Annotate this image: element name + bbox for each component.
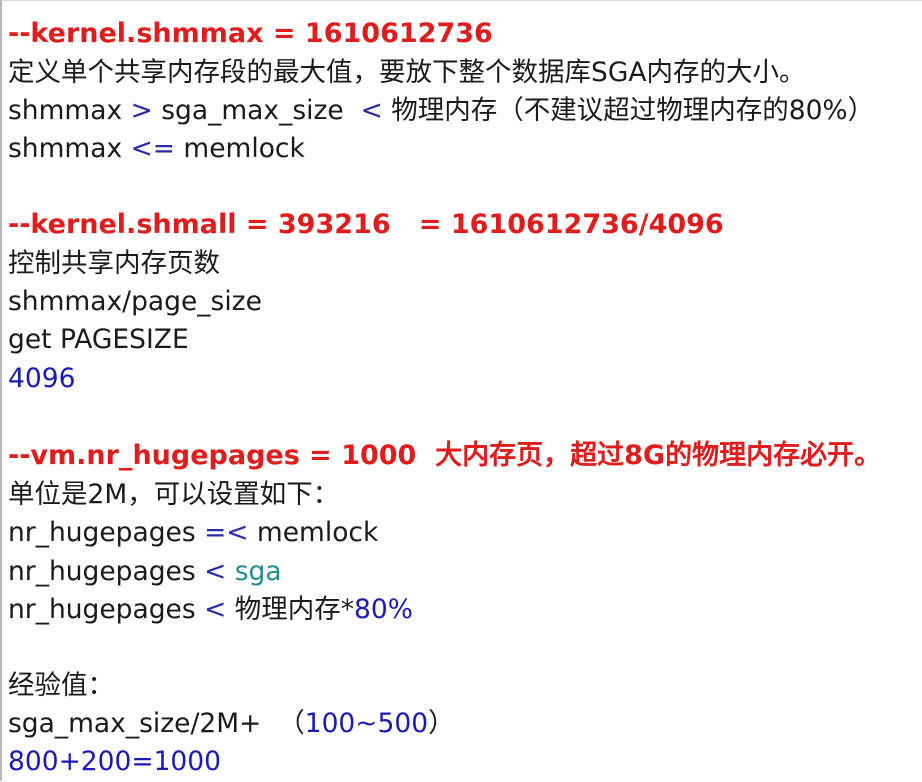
text-segment: sga_max_size xyxy=(152,95,361,126)
text-segment: 100~500 xyxy=(304,708,429,739)
text-line: nr_hugepages < sga xyxy=(8,554,282,590)
text-segment: 物理内存（不建议超过物理内存的80%） xyxy=(382,95,875,126)
text-line: 定义单个共享内存段的最大值，要放下整个数据库SGA内存的大小。 xyxy=(8,57,806,88)
text-line: get PAGESIZE xyxy=(8,324,189,355)
text-line: nr_hugepages =< memlock xyxy=(8,515,378,551)
heading-shmall: --kernel.shmall = 393216 = 1610612736/40… xyxy=(8,209,724,240)
text-segment: shmmax xyxy=(8,133,131,164)
text-segment: nr_hugepages xyxy=(8,517,205,548)
text-line: 控制共享内存页数 xyxy=(8,248,220,279)
text-segment: < xyxy=(204,556,227,587)
text-segment: <= xyxy=(130,133,175,164)
text-segment: ） xyxy=(428,708,455,739)
text-line: shmmax <= memlock xyxy=(8,131,305,167)
text-segment: 物理内存* xyxy=(226,594,354,625)
text-segment: > xyxy=(130,95,153,126)
text-segment: memlock xyxy=(248,517,379,548)
heading-hugepages: --vm.nr_hugepages = 1000 大内存页，超过8G的物理内存必… xyxy=(8,440,882,471)
text-segment: nr_hugepages xyxy=(8,594,205,625)
text-line: 4096 xyxy=(8,363,76,394)
text-line: 800+200=1000 xyxy=(8,746,222,777)
text-line: 经验值： xyxy=(8,670,114,701)
text-segment: 80% xyxy=(353,594,413,625)
text-segment: sga_max_size/2M+ （ xyxy=(8,708,305,739)
text-line: shmmax > sga_max_size < 物理内存（不建议超过物理内存的8… xyxy=(8,93,874,129)
text-line: sga_max_size/2M+ （100~500） xyxy=(8,706,455,742)
text-segment: sga xyxy=(226,556,282,587)
text-segment: < xyxy=(360,95,383,126)
text-line: 单位是2M，可以设置如下： xyxy=(8,479,340,510)
text-segment: nr_hugepages xyxy=(8,556,205,587)
text-segment: < xyxy=(204,594,227,625)
text-line: shmmax/page_size xyxy=(8,286,262,317)
heading-shmmax: --kernel.shmmax = 1610612736 xyxy=(8,18,493,49)
text-segment: shmmax xyxy=(8,95,131,126)
text-segment: =< xyxy=(204,517,249,548)
text-line: nr_hugepages < 物理内存*80% xyxy=(8,592,413,628)
text-segment: memlock xyxy=(175,133,305,164)
